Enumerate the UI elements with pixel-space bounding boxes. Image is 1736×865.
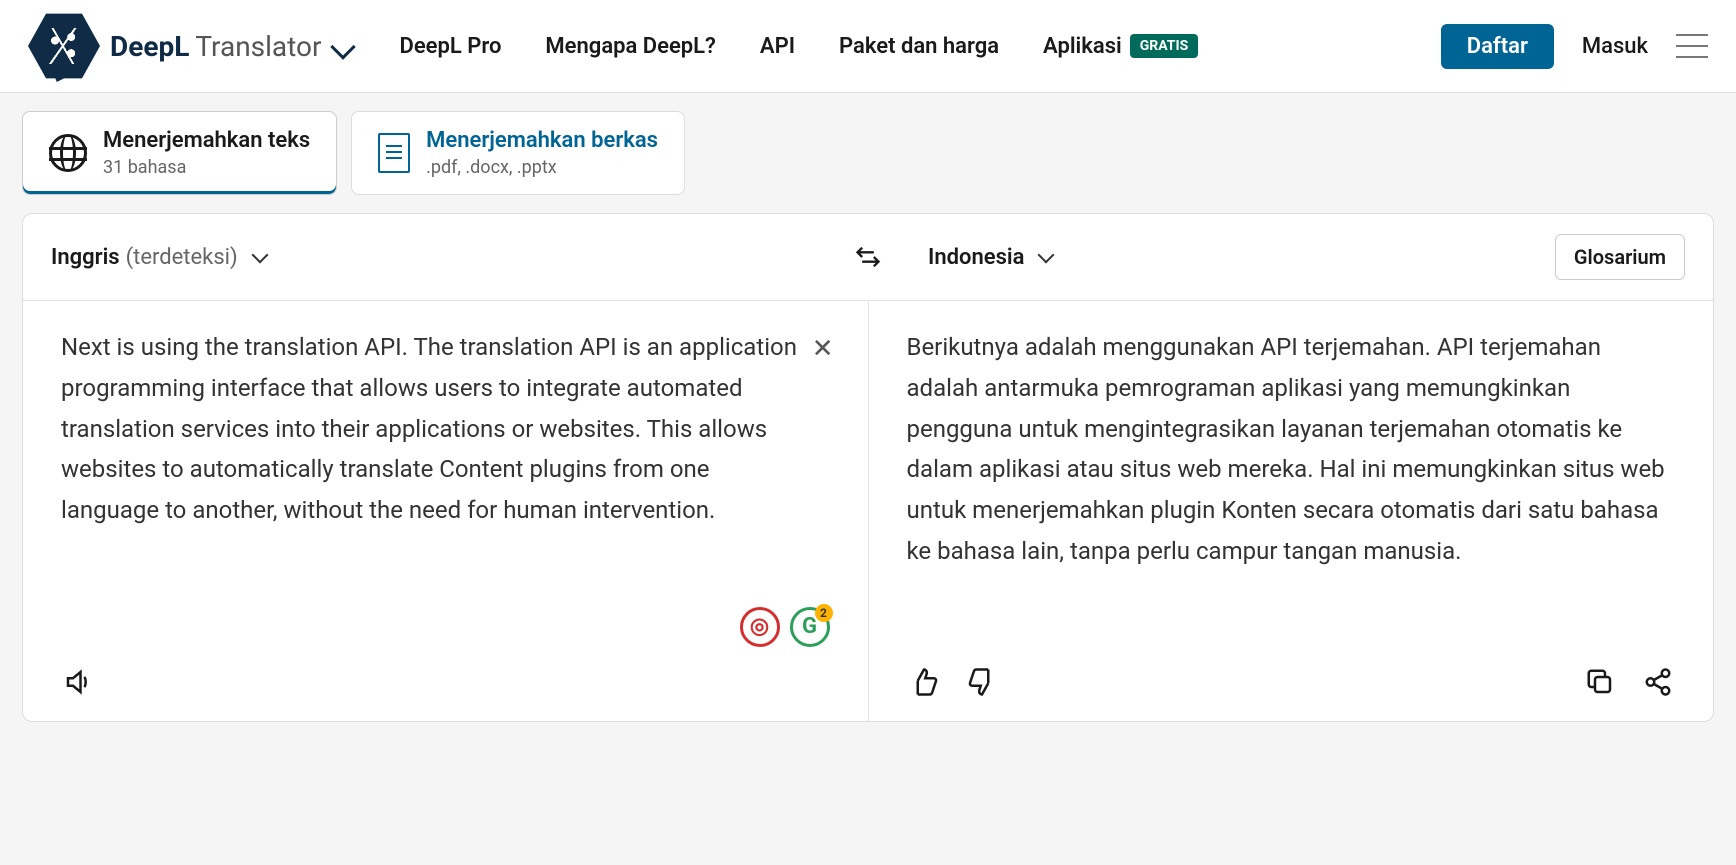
- glossary-button[interactable]: Glosarium: [1555, 234, 1685, 280]
- tab-translate-text[interactable]: Menerjemahkan teks 31 bahasa: [22, 111, 337, 195]
- tab-text-sub: 31 bahasa: [103, 157, 310, 178]
- tab-translate-file[interactable]: Menerjemahkan berkas .pdf, .docx, .pptx: [351, 111, 685, 195]
- speaker-icon: [63, 667, 93, 697]
- clear-text-button[interactable]: ✕: [812, 327, 834, 371]
- source-actions: [61, 665, 830, 699]
- copy-button[interactable]: [1583, 665, 1617, 699]
- deepl-logo-icon: [28, 10, 100, 82]
- swap-icon: [854, 243, 882, 271]
- thumbs-down-icon: [967, 667, 997, 697]
- target-lang-selector[interactable]: Indonesia Glosarium: [900, 214, 1713, 300]
- target-overlay-icon[interactable]: ◎: [740, 607, 780, 647]
- speak-button[interactable]: [61, 665, 95, 699]
- brand-dropdown[interactable]: DeepL Translator: [110, 30, 352, 63]
- chevron-down-icon: [251, 247, 268, 264]
- thumbs-down-button[interactable]: [965, 665, 999, 699]
- nav-api[interactable]: API: [760, 34, 795, 59]
- chevron-down-icon: [1038, 247, 1055, 264]
- chevron-down-icon: [330, 34, 355, 59]
- target-lang-name: Indonesia: [928, 245, 1024, 270]
- target-column: Berikutnya adalah menggunakan API terjem…: [869, 301, 1714, 721]
- source-text-area[interactable]: Next is using the translation API. The t…: [61, 327, 830, 531]
- target-text-area[interactable]: Berikutnya adalah menggunakan API terjem…: [907, 327, 1676, 649]
- top-header: DeepL Translator DeepL Pro Mengapa DeepL…: [0, 0, 1736, 93]
- free-badge: GRATIS: [1130, 34, 1198, 58]
- globe-icon: [49, 134, 87, 172]
- source-column: Next is using the translation API. The t…: [23, 301, 869, 721]
- document-icon: [378, 133, 410, 173]
- menu-icon[interactable]: [1676, 34, 1708, 58]
- mode-tabs: Menerjemahkan teks 31 bahasa Menerjemahk…: [0, 93, 1736, 195]
- nav-apps[interactable]: Aplikasi GRATIS: [1043, 34, 1198, 59]
- nav-why[interactable]: Mengapa DeepL?: [545, 34, 715, 59]
- nav-pro[interactable]: DeepL Pro: [400, 34, 502, 59]
- thumbs-up-icon: [909, 667, 939, 697]
- thumbs-up-button[interactable]: [907, 665, 941, 699]
- copy-icon: [1585, 667, 1615, 697]
- share-icon: [1643, 667, 1673, 697]
- grammarly-overlay-icon[interactable]: G2: [790, 607, 830, 647]
- source-lang-selector[interactable]: Inggris (terdeteksi): [23, 214, 836, 300]
- main-nav: DeepL Pro Mengapa DeepL? API Paket dan h…: [400, 34, 1199, 59]
- swap-languages-button[interactable]: [836, 214, 900, 300]
- source-lang-detected: (terdeteksi): [126, 245, 238, 270]
- extension-overlay: ◎ G2: [740, 607, 830, 647]
- header-right: Daftar Masuk: [1441, 24, 1708, 69]
- target-actions: [907, 665, 1676, 699]
- nav-apps-label: Aplikasi: [1043, 34, 1122, 59]
- translator-panel: Inggris (terdeteksi) Indonesia Glosarium…: [22, 213, 1714, 722]
- nav-plans[interactable]: Paket dan harga: [839, 34, 999, 59]
- brand-name: DeepL: [110, 30, 189, 63]
- language-selector-row: Inggris (terdeteksi) Indonesia Glosarium: [23, 214, 1713, 301]
- tab-text-title: Menerjemahkan teks: [103, 128, 310, 153]
- tab-file-sub: .pdf, .docx, .pptx: [426, 157, 658, 178]
- signup-button[interactable]: Daftar: [1441, 24, 1554, 69]
- translation-body: Next is using the translation API. The t…: [23, 301, 1713, 721]
- tab-file-title: Menerjemahkan berkas: [426, 128, 658, 153]
- login-link[interactable]: Masuk: [1582, 34, 1648, 59]
- source-lang-name: Inggris: [51, 245, 120, 270]
- overlay-badge-count: 2: [815, 604, 833, 622]
- brand-product: Translator: [195, 30, 321, 63]
- share-button[interactable]: [1641, 665, 1675, 699]
